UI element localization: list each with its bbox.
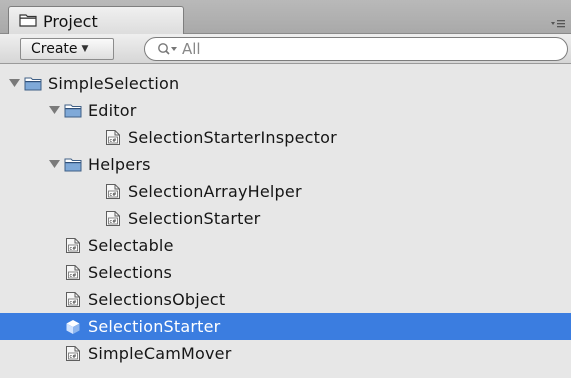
tree-item[interactable]: c# SelectionArrayHelper <box>0 178 571 205</box>
create-button[interactable]: Create ▼ <box>20 38 114 60</box>
search-input[interactable]: All <box>144 37 568 61</box>
tree-item-label: SimpleSelection <box>48 74 180 93</box>
expand-arrow-icon[interactable] <box>48 159 60 171</box>
svg-text:c#: c# <box>70 246 77 252</box>
dropdown-arrow-icon: ▼ <box>81 44 89 54</box>
search-placeholder: All <box>182 40 201 58</box>
tree-item-label: Selectable <box>88 236 174 255</box>
tree-item[interactable]: SelectionStarter <box>0 313 571 340</box>
svg-text:c#: c# <box>70 354 77 360</box>
tree-item-label: SelectionArrayHelper <box>128 182 302 201</box>
folder-icon <box>64 103 82 119</box>
expand-arrow-icon[interactable] <box>8 78 20 90</box>
project-window: Project Create ▼ All SimpleSelection Edi… <box>0 0 571 378</box>
svg-text:c#: c# <box>70 300 77 306</box>
project-toolbar: Create ▼ All <box>0 34 571 64</box>
tree-item[interactable]: c# SelectionStarterInspector <box>0 124 571 151</box>
tab-label: Project <box>43 11 98 31</box>
tree-item[interactable]: c# Selections <box>0 259 571 286</box>
create-label: Create <box>31 41 78 57</box>
script-file-icon: c# <box>64 346 82 362</box>
tab-strip: Project <box>0 0 571 35</box>
tree-item[interactable]: c# SimpleCamMover <box>0 340 571 367</box>
search-icon <box>157 42 179 56</box>
script-file-icon: c# <box>104 211 122 227</box>
tree-item-label: SelectionStarter <box>88 317 221 336</box>
tree-item[interactable]: c# SelectionStarter <box>0 205 571 232</box>
tree-item[interactable]: Editor <box>0 97 571 124</box>
script-file-icon: c# <box>64 238 82 254</box>
tree-item[interactable]: Helpers <box>0 151 571 178</box>
svg-text:c#: c# <box>70 273 77 279</box>
script-file-icon: c# <box>104 130 122 146</box>
tree-item[interactable]: SimpleSelection <box>0 70 571 97</box>
tree-item[interactable]: c# Selectable <box>0 232 571 259</box>
expand-arrow-icon[interactable] <box>48 105 60 117</box>
svg-text:c#: c# <box>110 219 117 225</box>
tree-item-label: Editor <box>88 101 137 120</box>
script-file-icon: c# <box>104 184 122 200</box>
tree-item-label: SelectionStarter <box>128 209 261 228</box>
folder-icon <box>24 76 42 92</box>
prefab-icon <box>64 319 82 335</box>
tree-item[interactable]: c# SelectionsObject <box>0 286 571 313</box>
folder-icon <box>19 12 37 31</box>
svg-text:c#: c# <box>110 138 117 144</box>
tree-item-label: SelectionsObject <box>88 290 226 309</box>
panel-menu-icon[interactable] <box>551 14 565 28</box>
script-file-icon: c# <box>64 292 82 308</box>
script-file-icon: c# <box>64 265 82 281</box>
tree-item-label: Helpers <box>88 155 151 174</box>
svg-text:c#: c# <box>110 192 117 198</box>
folder-icon <box>64 157 82 173</box>
tab-project[interactable]: Project <box>8 6 184 35</box>
tree-item-label: SelectionStarterInspector <box>128 128 337 147</box>
tree-item-label: SimpleCamMover <box>88 344 232 363</box>
tree-item-label: Selections <box>88 263 173 282</box>
project-tree: SimpleSelection Editor c# SelectionStarterI… <box>0 64 571 378</box>
